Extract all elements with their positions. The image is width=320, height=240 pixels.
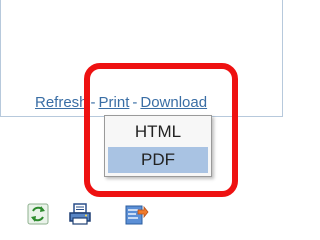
link-separator: -	[90, 94, 96, 111]
refresh-link[interactable]: Refresh	[35, 94, 88, 111]
menu-option-html[interactable]: HTML	[108, 119, 208, 145]
print-format-menu: HTML PDF	[104, 115, 212, 177]
report-page: Refresh - Print - Download HTML PDF	[0, 0, 284, 240]
print-icon[interactable]	[69, 203, 91, 225]
report-actions: Refresh - Print - Download	[35, 94, 207, 112]
refresh-icon[interactable]	[27, 203, 49, 225]
print-link[interactable]: Print	[99, 94, 130, 111]
download-icon[interactable]	[125, 203, 149, 225]
download-link[interactable]: Download	[140, 94, 207, 111]
menu-option-pdf[interactable]: PDF	[108, 147, 208, 173]
link-separator: -	[132, 94, 138, 111]
